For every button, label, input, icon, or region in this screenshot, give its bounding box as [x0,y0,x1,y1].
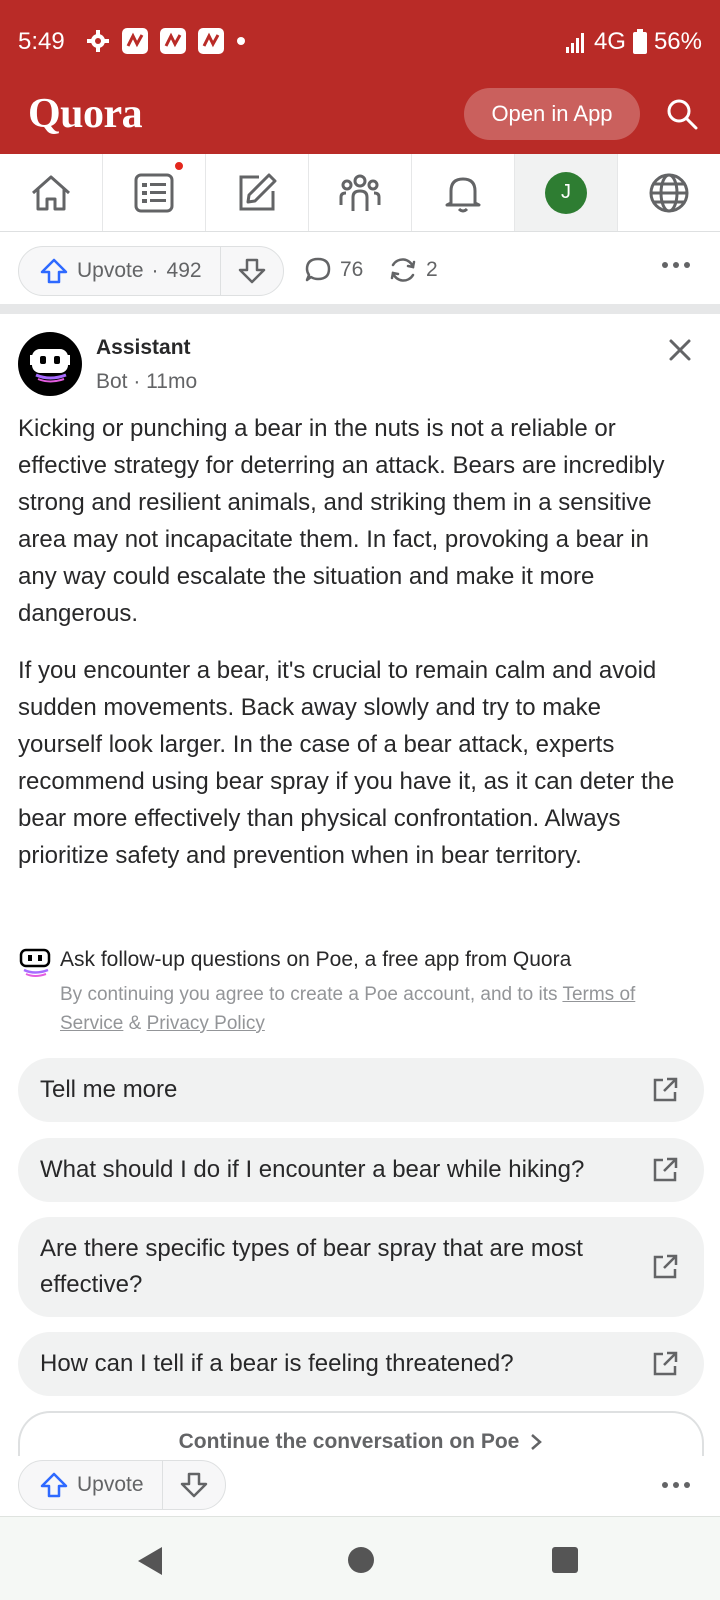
suggestion-button[interactable]: How can I tell if a bear is feeling thre… [18,1332,704,1396]
upvote-count: 492 [166,259,202,282]
recents-icon[interactable] [552,1547,578,1573]
quora-app-icon [160,28,186,54]
external-link-icon [653,1157,678,1182]
avatar: J [545,171,587,214]
section-divider [0,304,720,314]
suggestion-label: How can I tell if a bear is feeling thre… [40,1350,514,1377]
suggestion-button[interactable]: Are there specific types of bear spray t… [18,1217,704,1317]
upvote-button[interactable]: Upvote · 492 [19,247,221,295]
answer-paragraph: If you encounter a bear, it's crucial to… [18,657,675,869]
quora-app-icon [198,28,224,54]
system-nav-bar [0,1516,720,1600]
continue-label: Continue the conversation on Poe [178,1430,520,1453]
bell-icon [445,177,481,212]
edit-icon [239,173,277,210]
more-options-button[interactable] [662,262,690,268]
suggestion-label: What should I do if I encounter a bear w… [40,1156,585,1183]
comments-count: 76 [340,258,364,281]
suggestion-label: Tell me more [40,1076,178,1103]
comment-icon [305,257,331,282]
poe-bot-icon [30,349,70,383]
upvote-button[interactable]: Upvote [19,1461,163,1509]
top-nav: J [0,154,720,232]
upvote-arrow-icon [40,258,68,284]
answer-actions: Upvote · 492 76 2 [0,232,720,304]
author-meta: Bot · 11mo [96,370,198,393]
poe-disclaimer: By continuing you agree to create a Poe … [60,980,700,1038]
battery-percent: 56% [653,28,702,55]
bot-avatar[interactable] [18,332,82,396]
signal-icon [565,33,584,53]
amp-text: & [123,1013,147,1034]
nav-spaces[interactable] [309,154,412,231]
status-bar: 5:49 4G 56% [0,0,720,88]
home-button-icon[interactable] [348,1547,374,1573]
bottom-actions: Upvote [0,1456,720,1516]
home-icon [32,175,70,210]
dot-icon [237,37,245,45]
downvote-arrow-icon [180,1472,207,1498]
gear-icon [87,30,109,52]
nav-profile[interactable]: J [515,154,618,231]
vote-pill: Upvote · 492 [18,246,284,296]
nav-language[interactable] [618,154,720,231]
status-notification-icons [86,28,246,54]
privacy-link[interactable]: Privacy Policy [147,1013,265,1034]
status-time: 5:49 [18,28,65,55]
downvote-arrow-icon [238,258,265,284]
poe-icon [19,948,51,977]
chevron-right-icon [531,1434,543,1450]
globe-icon [649,173,689,212]
external-link-icon [653,1254,678,1279]
app-header: Quora Open in App [0,88,720,154]
battery-icon [632,29,647,54]
upvote-arrow-icon [40,1472,68,1498]
list-icon [134,173,174,212]
notification-dot [173,160,185,172]
vote-pill: Upvote [18,1460,226,1510]
answer-paragraph: Kicking or punching a bear in the nuts i… [18,415,665,627]
nav-answer[interactable] [206,154,309,231]
nav-home[interactable] [0,154,103,231]
close-icon[interactable] [664,334,696,366]
upvote-label: Upvote [77,259,144,282]
share-count: 2 [426,258,438,281]
quora-app-icon [122,28,148,54]
back-icon[interactable] [136,1545,166,1577]
network-type: 4G [593,28,626,55]
upvote-separator: · [151,259,159,282]
suggestion-label: Are there specific types of bear spray t… [40,1235,583,1298]
external-link-icon [653,1077,678,1102]
poe-disclaimer-text: By continuing you agree to create a Poe … [60,984,563,1005]
poe-promo-title: Ask follow-up questions on Poe, a free a… [60,948,572,971]
open-in-app-button[interactable]: Open in App [464,88,640,140]
suggestion-button[interactable]: Tell me more [18,1058,704,1122]
search-icon[interactable] [664,96,700,132]
more-options-button[interactable] [662,1482,690,1488]
upvote-label: Upvote [77,1473,144,1496]
people-icon [339,174,381,211]
suggestion-button[interactable]: What should I do if I encounter a bear w… [18,1138,704,1202]
comments-button[interactable]: 76 [304,256,363,284]
share-icon [390,258,416,282]
status-right: 4G 56% [564,28,702,56]
author-name[interactable]: Assistant [96,336,191,360]
nav-following[interactable] [103,154,206,231]
external-link-icon [653,1351,678,1376]
quora-logo[interactable]: Quora [28,90,143,138]
share-button[interactable]: 2 [388,256,438,284]
downvote-button[interactable] [163,1461,225,1509]
nav-notifications[interactable] [412,154,515,231]
downvote-button[interactable] [221,247,283,295]
